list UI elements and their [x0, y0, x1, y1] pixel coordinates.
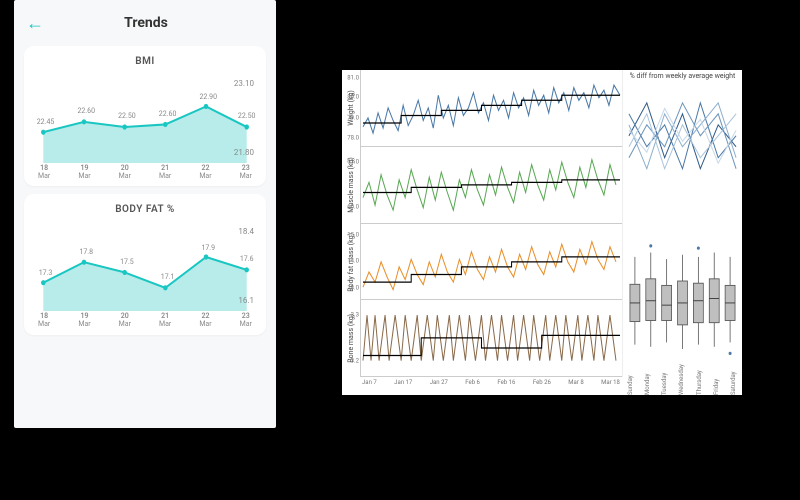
- bodyfat-chart: 18.4 16.1 17.3 17.8 17.5 17.1 17.9 17.6: [32, 221, 258, 311]
- bodyfat-card-title: BODY FAT %: [32, 204, 258, 215]
- bfm-yt-1: 14.0: [347, 258, 359, 265]
- bfm-yt-0: 13.0: [347, 284, 359, 291]
- dow-2: Tuesday: [661, 377, 668, 395]
- bmi-pt-5: 22.50: [238, 112, 256, 120]
- bonemass-chart: 3.2 3.3: [360, 300, 622, 377]
- muscle-yt-1: 61.0: [347, 158, 359, 165]
- bf-pt-0: 17.3: [39, 269, 53, 277]
- dow-axis: Sunday Monday Tuesday Wednesday Thursday…: [622, 377, 742, 395]
- muscle-chart: 60.0 61.0: [360, 147, 622, 224]
- bmi-y-top: 23.10: [234, 79, 254, 88]
- bmi-pt-3: 22.60: [159, 109, 177, 117]
- bmi-card-title: BMI: [32, 56, 258, 67]
- ts-x-7: Mar 18: [601, 379, 620, 395]
- ts-x-4: Feb 16: [497, 379, 515, 395]
- bmi-y-bot: 21.80: [234, 148, 254, 157]
- dow-6: Saturday: [730, 377, 737, 395]
- weight-yt-1: 79.0: [347, 114, 359, 121]
- bf-pt-2: 17.5: [120, 258, 134, 266]
- weight-chart: 78.0 79.0 80.0 81.0: [360, 70, 622, 147]
- weekly-diff-column: % diff from weekly average weight: [622, 70, 742, 377]
- bmi-pt-2: 22.50: [118, 112, 136, 120]
- muscle-yt-0: 60.0: [347, 204, 359, 211]
- timeseries-x-axis: Jan 7 Jan 17 Jan 27 Feb 6 Feb 16 Feb 26 …: [360, 377, 622, 395]
- bone-yt-0: 3.2: [351, 357, 359, 364]
- bodyfat-card[interactable]: BODY FAT % 18.4 16.1 17.3 17.8 17.5 17.1…: [24, 194, 266, 334]
- dow-5: Friday: [713, 377, 720, 395]
- ts-x-2: Jan 27: [430, 379, 448, 395]
- bodyfat-sparkline-icon: [32, 221, 258, 311]
- bodyfatmass-chart: 13.0 14.0 15.0: [360, 224, 622, 301]
- ts-x-5: Feb 26: [533, 379, 551, 395]
- bodyfat-x-axis: 18Mar 19Mar 20Mar 21Mar 22Mar 23Mar: [32, 313, 258, 328]
- weekly-diff-boxplots: [623, 224, 742, 378]
- bmi-pt-1: 22.60: [77, 107, 95, 115]
- bmi-sparkline-icon: [32, 73, 258, 163]
- bf-pt-4: 17.9: [201, 243, 215, 251]
- ts-x-1: Jan 17: [394, 379, 412, 395]
- ts-x-0: Jan 7: [362, 379, 377, 395]
- trends-panel: ← Trends BMI 23.10 21.80 22.45 22.60 22.…: [14, 0, 276, 428]
- weight-yt-2: 80.0: [347, 94, 359, 101]
- bf-pt-1: 17.8: [79, 248, 93, 256]
- bmi-x-axis: 18Mar 19Mar 20Mar 21Mar 22Mar 23Mar: [32, 165, 258, 180]
- dow-1: Monday: [644, 377, 651, 395]
- bone-yt-1: 3.3: [351, 312, 359, 319]
- bmi-pt-4: 22.90: [199, 92, 217, 100]
- bmi-chart: 23.10 21.80 22.45 22.60 22.50 22.60 22.9…: [32, 73, 258, 163]
- dow-4: Thursday: [696, 377, 703, 395]
- dow-3: Wednesday: [678, 377, 685, 395]
- bfm-yt-2: 15.0: [347, 231, 359, 238]
- weight-yt-0: 78.0: [347, 135, 359, 142]
- trends-header: ← Trends: [24, 8, 266, 38]
- ts-x-6: Mar 8: [568, 379, 583, 395]
- weight-yt-3: 81.0: [347, 74, 359, 81]
- weekly-diff-lines: % diff from weekly average weight: [623, 70, 742, 224]
- bmi-card[interactable]: BMI 23.10 21.80 22.45 22.60 22.50 22.60 …: [24, 46, 266, 186]
- dow-0: Sunday: [627, 377, 634, 395]
- bf-y-bot: 16.1: [238, 296, 254, 305]
- bf-pt-5: 17.6: [240, 255, 254, 263]
- ts-x-3: Feb 6: [465, 379, 480, 395]
- page-title: Trends: [26, 15, 266, 31]
- bmi-pt-0: 22.45: [37, 118, 55, 126]
- timeseries-dashboard: Weight (kg) 78.0 79.0 80.0 81.0 Muscle m…: [342, 70, 742, 395]
- bf-pt-3: 17.1: [161, 273, 175, 281]
- bf-y-top: 18.4: [238, 227, 254, 236]
